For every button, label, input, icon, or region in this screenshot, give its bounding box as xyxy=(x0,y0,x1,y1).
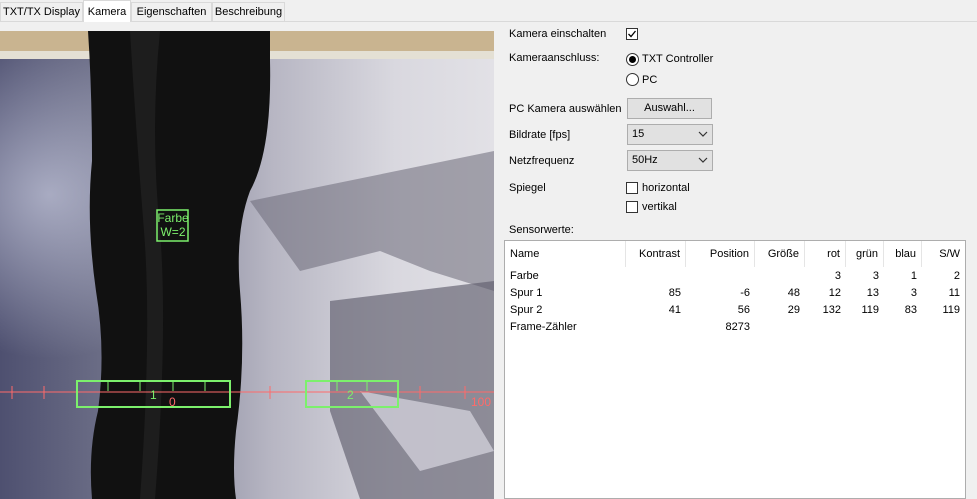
column-header-blau[interactable]: blau xyxy=(884,241,922,267)
table-cell xyxy=(884,319,922,336)
table-cell: Spur 1 xyxy=(510,287,543,299)
table-cell: 8273 xyxy=(725,321,750,333)
color-detector-name: Farbe xyxy=(157,211,189,225)
table-cell: 3 xyxy=(834,270,841,282)
column-header-name[interactable]: Name xyxy=(505,241,626,267)
table-cell: 1 xyxy=(910,270,917,282)
framerate-select[interactable]: 15 xyxy=(627,124,713,145)
scale-end-label: 100 xyxy=(471,395,492,409)
camera-view[interactable]: Farbe W=2 1 0 2 100 xyxy=(0,31,494,499)
table-cell: Farbe xyxy=(510,270,539,282)
radio-pc-label[interactable]: PC xyxy=(642,74,657,86)
mirror-label: Spiegel xyxy=(509,182,546,194)
mirror-vertical-label[interactable]: vertikal xyxy=(642,201,677,213)
column-header-position[interactable]: Position xyxy=(686,241,755,267)
table-cell: 119 xyxy=(861,304,879,316)
column-header-kontrast[interactable]: Kontrast xyxy=(626,241,686,267)
tab-txt-display[interactable]: TXT/TX Display xyxy=(0,2,83,21)
table-cell: 3 xyxy=(910,287,917,299)
track-2-label: 2 xyxy=(347,388,354,402)
tab-bar-divider xyxy=(0,21,977,22)
tab-eigenschaften[interactable]: Eigenschaften xyxy=(131,2,212,21)
radio-txt-controller-label[interactable]: TXT Controller xyxy=(642,53,713,65)
table-cell xyxy=(846,319,884,336)
table-cell: 119 xyxy=(942,304,960,316)
radio-pc[interactable] xyxy=(626,73,639,86)
mirror-horizontal-checkbox[interactable] xyxy=(626,182,638,194)
table-cell: Frame-Zähler xyxy=(510,321,577,333)
tab-beschreibung[interactable]: Beschreibung xyxy=(212,2,285,21)
table-cell: 132 xyxy=(822,304,841,316)
table-cell: 29 xyxy=(787,304,800,316)
radio-txt-controller[interactable] xyxy=(626,53,639,66)
color-detector-value: W=2 xyxy=(160,225,186,239)
table-cell: 2 xyxy=(953,270,960,282)
table-cell: 41 xyxy=(668,304,681,316)
track-1-label: 1 xyxy=(150,388,157,402)
netfreq-select[interactable]: 50Hz xyxy=(627,150,713,171)
table-cell xyxy=(755,319,805,336)
table-cell: 13 xyxy=(866,287,879,299)
chevron-down-icon xyxy=(698,157,708,163)
column-header-gruen[interactable]: grün xyxy=(846,241,884,267)
tab-kamera[interactable]: Kamera xyxy=(83,0,131,22)
table-cell xyxy=(755,268,805,285)
tab-bar: TXT/TX Display Kamera Eigenschaften Besc… xyxy=(0,0,977,22)
camera-image xyxy=(0,31,494,499)
radio-selected-dot-icon xyxy=(629,56,636,63)
mirror-horizontal-label[interactable]: horizontal xyxy=(642,182,690,194)
scale-zero-label: 0 xyxy=(169,395,176,409)
sensor-values-label: Sensorwerte: xyxy=(509,224,574,236)
column-header-groesse[interactable]: Größe xyxy=(755,241,805,267)
table-cell xyxy=(805,319,846,336)
table-cell: 11 xyxy=(948,287,960,299)
table-cell: 3 xyxy=(872,270,879,282)
table-cell: -6 xyxy=(740,287,750,299)
table-cell: 48 xyxy=(787,287,800,299)
column-header-sw[interactable]: S/W xyxy=(922,241,965,267)
table-cell xyxy=(922,319,965,336)
netfreq-label: Netzfrequenz xyxy=(509,155,575,167)
enable-camera-label: Kamera einschalten xyxy=(509,28,607,40)
table-cell xyxy=(626,268,686,285)
netfreq-value: 50Hz xyxy=(632,154,658,166)
pc-camera-label: PC Kamera auswählen xyxy=(509,103,622,115)
table-cell xyxy=(686,268,755,285)
mirror-vertical-checkbox[interactable] xyxy=(626,201,638,213)
enable-camera-checkbox[interactable] xyxy=(626,28,638,40)
table-cell: 12 xyxy=(828,287,841,299)
framerate-label: Bildrate [fps] xyxy=(509,129,571,141)
chevron-down-icon xyxy=(698,131,708,137)
checkmark-icon xyxy=(628,30,637,38)
pc-camera-select-button[interactable]: Auswahl... xyxy=(627,98,712,119)
table-cell: 85 xyxy=(668,287,681,299)
connection-label: Kameraanschluss: xyxy=(509,52,600,64)
column-header-rot[interactable]: rot xyxy=(805,241,846,267)
table-cell: Spur 2 xyxy=(510,304,543,316)
table-cell xyxy=(626,319,686,336)
framerate-value: 15 xyxy=(632,128,645,140)
color-detector-label: Farbe W=2 xyxy=(157,211,189,239)
sensor-table[interactable]: Name Kontrast Position Größe rot grün bl… xyxy=(504,240,966,499)
panel-divider xyxy=(494,31,497,499)
table-cell: 56 xyxy=(737,304,750,316)
table-cell: 83 xyxy=(904,304,917,316)
